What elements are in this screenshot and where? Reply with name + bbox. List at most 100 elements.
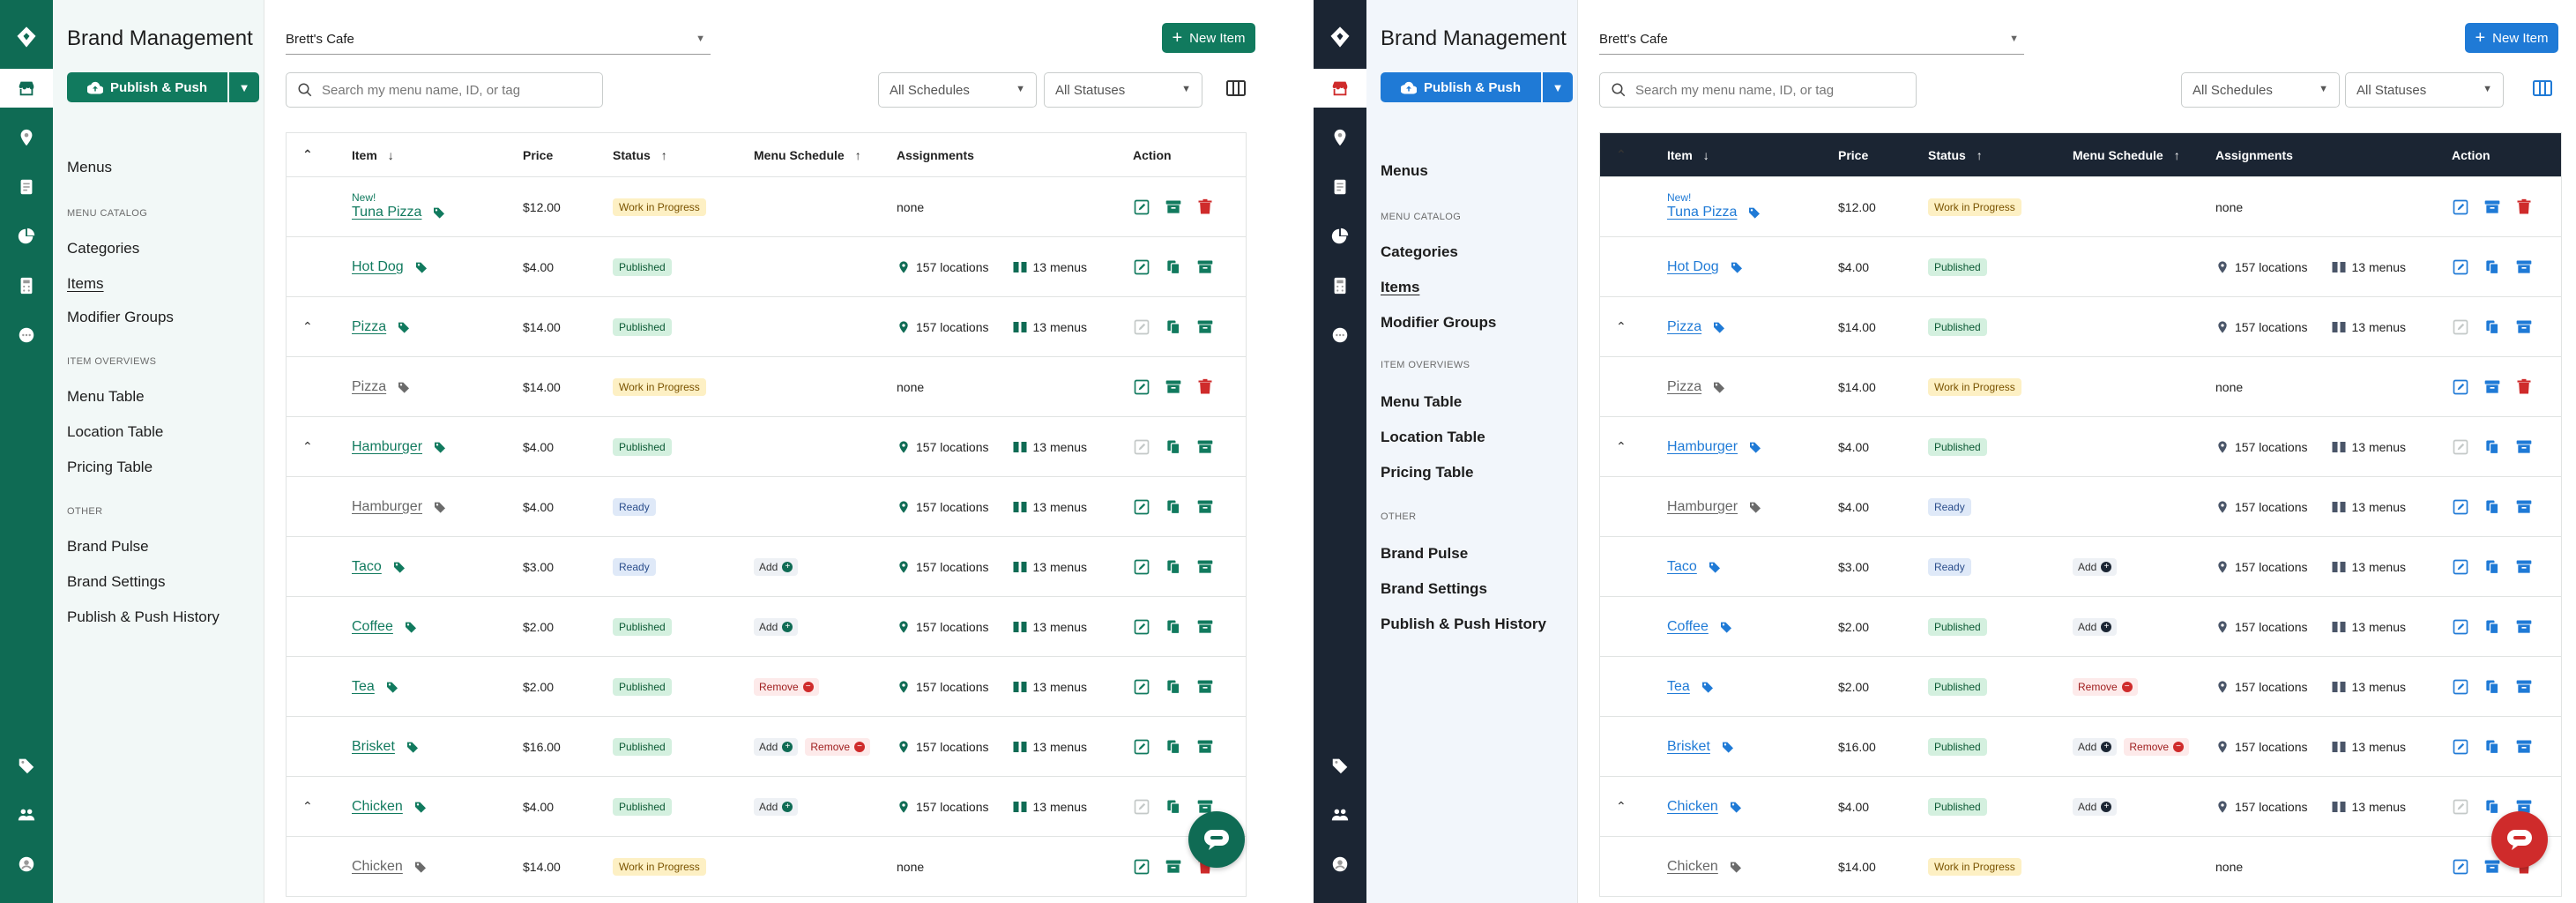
tag-icon[interactable] [1747, 205, 1761, 220]
nav-item-items[interactable]: Items [1381, 279, 1419, 296]
copy-icon[interactable] [1165, 678, 1182, 696]
schedule-filter-select[interactable]: All Schedules ▼ [2181, 72, 2340, 108]
copy-icon[interactable] [2483, 618, 2501, 636]
edit-icon[interactable] [2452, 738, 2469, 756]
item-name-link[interactable]: Brisket [1667, 739, 1710, 755]
edit-icon[interactable] [2452, 678, 2469, 696]
restaurant-select[interactable]: Brett's Cafe ▼ [1599, 26, 2024, 55]
item-name-link[interactable]: Taco [352, 559, 382, 575]
item-name-link[interactable]: Chicken [1667, 799, 1718, 815]
location-count[interactable]: 157 locations [916, 440, 989, 454]
tag-icon[interactable] [1748, 440, 1762, 454]
rail-pie-chart-button[interactable] [1314, 217, 1366, 256]
edit-icon[interactable] [2452, 558, 2469, 576]
rail-calculator-button[interactable] [1314, 266, 1366, 305]
location-count[interactable]: 157 locations [2235, 800, 2308, 814]
archive-icon[interactable] [2483, 858, 2501, 876]
rail-location-pin-button[interactable] [1314, 118, 1366, 157]
archive-icon[interactable] [2515, 558, 2533, 576]
add-schedule-chip[interactable]: Add + [2073, 617, 2118, 636]
archive-icon[interactable] [1196, 498, 1214, 516]
edit-icon[interactable] [1133, 198, 1150, 216]
archive-icon[interactable] [1196, 318, 1214, 336]
rail-chat-button[interactable] [1314, 316, 1366, 354]
copy-icon[interactable] [1165, 738, 1182, 756]
sort-down-icon[interactable]: ↓ [1703, 148, 1709, 162]
search-input[interactable] [322, 82, 586, 98]
edit-icon[interactable] [2452, 498, 2469, 516]
nav-item-brand-settings[interactable]: Brand Settings [1381, 580, 1487, 598]
rail-people-button[interactable] [0, 795, 53, 834]
archive-icon[interactable] [1165, 858, 1182, 876]
delete-icon[interactable] [1196, 378, 1214, 396]
location-count[interactable]: 157 locations [2235, 320, 2308, 334]
edit-icon[interactable] [1133, 498, 1150, 516]
collapse-row-icon[interactable]: ⌃ [1616, 319, 1627, 334]
tag-icon[interactable] [392, 560, 406, 574]
nav-item-categories[interactable]: Categories [67, 240, 139, 257]
delete-icon[interactable] [2515, 198, 2533, 216]
edit-icon[interactable] [2452, 618, 2469, 636]
tag-icon[interactable] [1701, 680, 1715, 694]
remove-schedule-chip[interactable]: Remove − [2124, 737, 2190, 756]
location-count[interactable]: 157 locations [916, 680, 989, 694]
archive-icon[interactable] [2515, 738, 2533, 756]
menu-count[interactable]: 13 menus [2352, 740, 2406, 754]
location-count[interactable]: 157 locations [2235, 500, 2308, 514]
menu-count[interactable]: 13 menus [2352, 680, 2406, 694]
menu-count[interactable]: 13 menus [1033, 560, 1087, 574]
collapse-row-icon[interactable]: ⌃ [1616, 439, 1627, 454]
menu-count[interactable]: 13 menus [1033, 440, 1087, 454]
nav-item-categories[interactable]: Categories [1381, 243, 1458, 261]
location-count[interactable]: 157 locations [2235, 260, 2308, 274]
header-item[interactable]: Item [1667, 148, 1693, 162]
publish-push-button[interactable]: Publish & Push [67, 72, 227, 102]
add-schedule-chip[interactable]: Add + [754, 737, 799, 756]
copy-icon[interactable] [1165, 498, 1182, 516]
edit-icon[interactable] [2452, 378, 2469, 396]
add-schedule-chip[interactable]: Add + [2073, 557, 2118, 576]
collapse-row-icon[interactable]: ⌃ [1616, 799, 1627, 814]
column-view-icon[interactable] [2532, 79, 2553, 99]
edit-icon[interactable] [1133, 738, 1150, 756]
nav-item-menu-table[interactable]: Menu Table [1381, 393, 1462, 411]
collapse-row-icon[interactable]: ⌃ [302, 319, 313, 334]
new-item-button[interactable]: + New Item [1162, 23, 1255, 53]
archive-icon[interactable] [2515, 318, 2533, 336]
tag-icon[interactable] [413, 860, 428, 874]
nav-item-location-table[interactable]: Location Table [67, 423, 163, 441]
archive-icon[interactable] [1196, 438, 1214, 456]
add-schedule-chip[interactable]: Add + [754, 797, 799, 816]
menu-count[interactable]: 13 menus [2352, 500, 2406, 514]
item-name-link[interactable]: Tea [352, 679, 375, 695]
archive-icon[interactable] [1165, 198, 1182, 216]
header-status[interactable]: Status [1928, 148, 1966, 162]
nav-item-publish-history[interactable]: Publish & Push History [67, 608, 220, 626]
item-name-link[interactable]: Pizza [1667, 379, 1701, 395]
nav-item-modifier-groups[interactable]: Modifier Groups [67, 309, 174, 326]
rail-tag-button[interactable] [0, 746, 53, 785]
tag-icon[interactable] [432, 205, 446, 220]
remove-schedule-chip[interactable]: Remove − [754, 677, 819, 696]
location-count[interactable]: 157 locations [2235, 740, 2308, 754]
collapse-row-icon[interactable]: ⌃ [302, 439, 313, 454]
archive-icon[interactable] [2483, 198, 2501, 216]
chat-support-button[interactable] [1188, 811, 1245, 868]
archive-icon[interactable] [2515, 618, 2533, 636]
sort-up-icon[interactable]: ↑ [661, 148, 667, 162]
item-name-link[interactable]: Taco [1667, 559, 1697, 575]
nav-item-pricing-table[interactable]: Pricing Table [1381, 464, 1474, 481]
copy-icon[interactable] [1165, 318, 1182, 336]
archive-icon[interactable] [2483, 378, 2501, 396]
menu-count[interactable]: 13 menus [1033, 800, 1087, 814]
nav-item-menus[interactable]: Menus [67, 159, 112, 176]
rail-store-button[interactable] [0, 69, 53, 108]
status-filter-select[interactable]: All Statuses ▼ [1044, 72, 1202, 108]
delete-icon[interactable] [1196, 198, 1214, 216]
copy-icon[interactable] [1165, 438, 1182, 456]
menu-count[interactable]: 13 menus [1033, 680, 1087, 694]
copy-icon[interactable] [1165, 258, 1182, 276]
rail-chat-button[interactable] [0, 316, 53, 354]
location-count[interactable]: 157 locations [916, 560, 989, 574]
publish-options-button[interactable]: ▼ [229, 72, 259, 102]
